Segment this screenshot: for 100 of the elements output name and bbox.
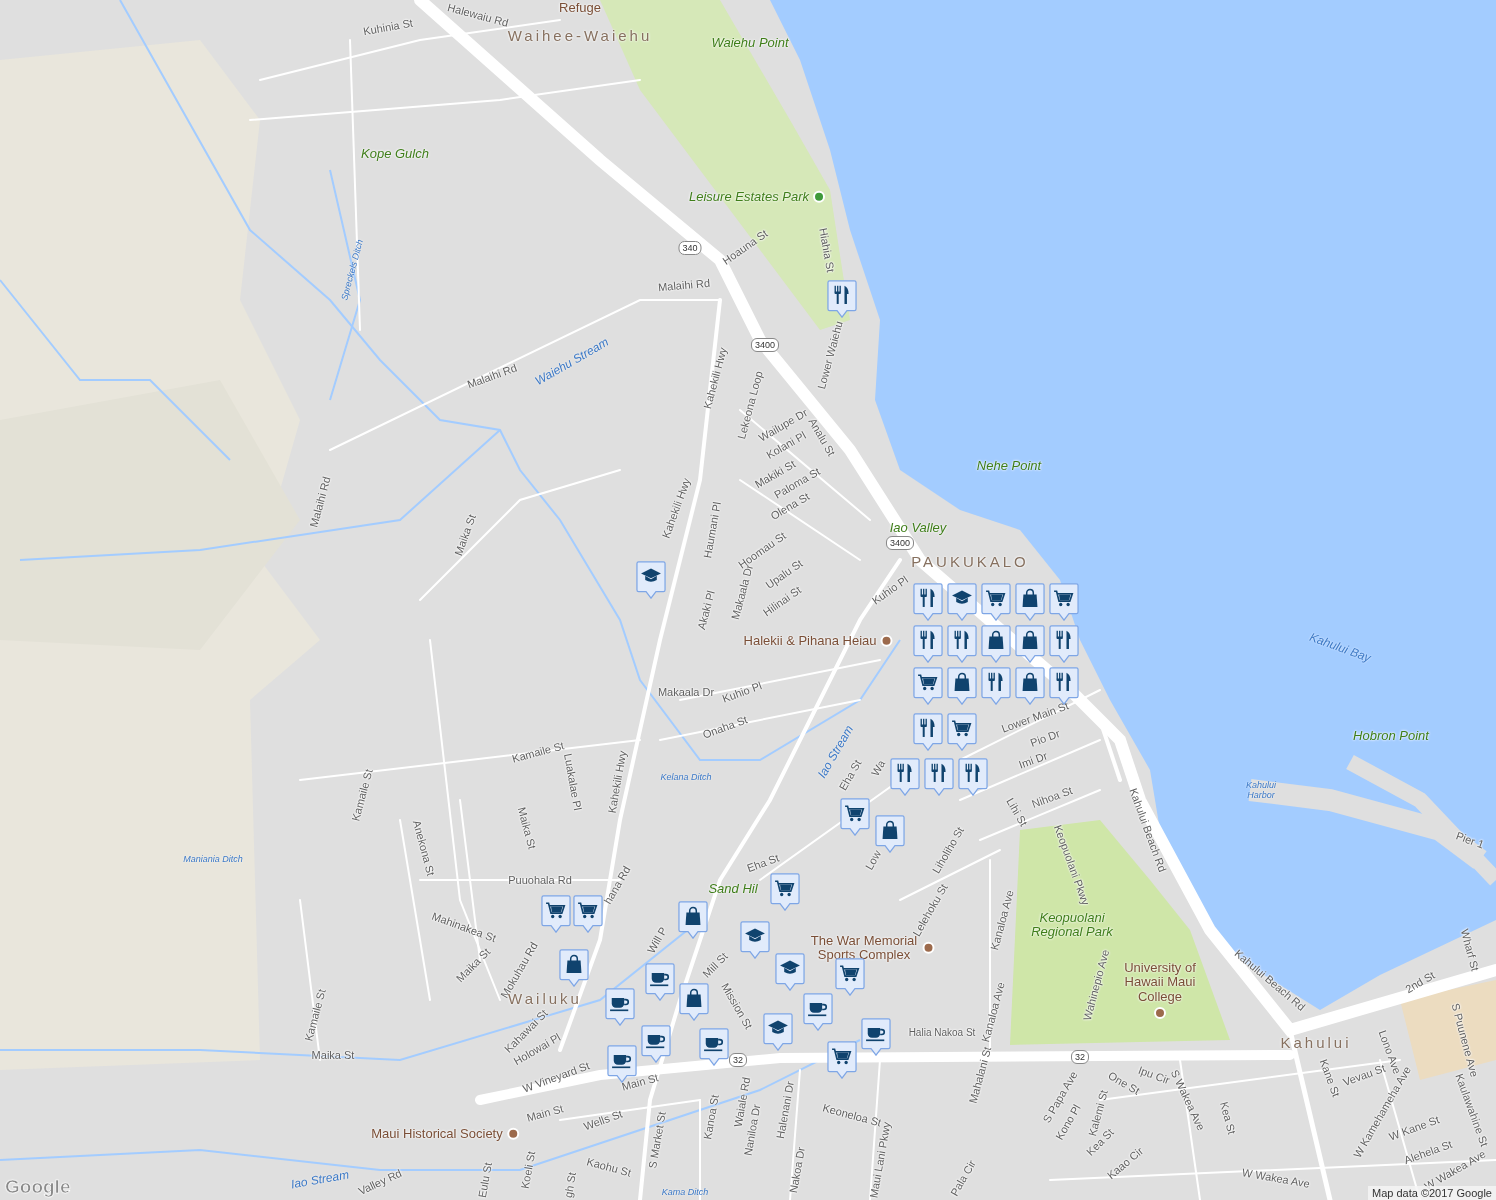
map-pin[interactable]: [958, 758, 988, 796]
street-label: Maika St: [311, 1048, 355, 1062]
street-label: Kanoa St: [701, 1093, 721, 1141]
street-label: Kanaloa Ave: [988, 888, 1016, 952]
town-label: PAUKUKALO: [911, 553, 1029, 571]
map-pin[interactable]: [645, 963, 675, 1001]
shopping-cart-icon: [985, 590, 1006, 607]
street-label: Kahekili Hwy: [701, 346, 729, 410]
map-pin[interactable]: [803, 993, 833, 1031]
fork-knife-icon: [1056, 672, 1071, 691]
town-label: Waihee-Waiehu: [507, 27, 653, 45]
map-pin[interactable]: [981, 583, 1011, 621]
map-attribution: Map data ©2017 Google: [1367, 1186, 1496, 1200]
map-pin[interactable]: [827, 280, 857, 318]
map-pin[interactable]: [679, 983, 709, 1021]
fork-knife-icon: [954, 630, 969, 649]
street-label: Kuhinia St: [362, 16, 414, 38]
shopping-cart-icon: [844, 805, 865, 822]
map-pin[interactable]: [559, 949, 589, 987]
shopping-bag-icon: [566, 954, 582, 973]
map-pin[interactable]: [678, 901, 708, 939]
map-pin[interactable]: [981, 667, 1011, 705]
coffee-cup-icon: [612, 1054, 632, 1069]
street-label: S Market St: [646, 1110, 668, 1170]
map-pin[interactable]: [924, 758, 954, 796]
street-label: Kanaloa Ave: [979, 980, 1007, 1044]
street-label: Mill St: [700, 950, 730, 980]
park-label: Hobron Point: [1353, 728, 1429, 744]
water-label: Iao Stream: [289, 1168, 351, 1192]
map-pin[interactable]: [913, 625, 943, 663]
mortarboard-icon: [768, 1020, 788, 1034]
map-pin[interactable]: [913, 667, 943, 705]
street-label: Koeli St: [518, 1150, 538, 1190]
map-pin[interactable]: [981, 625, 1011, 663]
map-pin[interactable]: [770, 873, 800, 911]
street-label: Imi Dr: [1017, 749, 1049, 771]
map-pin[interactable]: [861, 1018, 891, 1056]
fork-knife-icon: [920, 718, 935, 737]
map-pin[interactable]: [740, 921, 770, 959]
place-label: University of Hawaii Maui College: [1123, 961, 1197, 1004]
fork-knife-icon: [1056, 630, 1071, 649]
shopping-bag-icon: [685, 906, 701, 925]
map-pin[interactable]: [775, 953, 805, 991]
street-label: Kea St: [1217, 1100, 1239, 1136]
street-label: Valley Rd: [356, 1166, 404, 1198]
park-label: Kope Gulch: [361, 146, 429, 162]
street-label: Halewaiu Rd: [446, 1, 510, 29]
street-label: Wells St: [582, 1107, 624, 1133]
map-pin[interactable]: [890, 758, 920, 796]
map-pin[interactable]: [641, 1025, 671, 1063]
map-pin[interactable]: [947, 625, 977, 663]
place-label: Refuge: [559, 0, 601, 16]
street-label: Kane St: [1317, 1057, 1343, 1099]
map-pin[interactable]: [1015, 667, 1045, 705]
water-label: Kama Ditch: [661, 1188, 709, 1198]
map-pin[interactable]: [699, 1028, 729, 1066]
shopping-bag-icon: [1022, 588, 1038, 607]
map-pin[interactable]: [763, 1013, 793, 1051]
street-label: Halenani Dr: [774, 1080, 796, 1140]
map-pin[interactable]: [827, 1041, 857, 1079]
map-pin[interactable]: [541, 895, 571, 933]
street-label: Kuhio Pl: [720, 679, 764, 705]
coffee-cup-icon: [610, 997, 630, 1012]
street-label: Haumani Pl: [701, 500, 723, 560]
map-pin[interactable]: [840, 798, 870, 836]
map-pin[interactable]: [1049, 625, 1079, 663]
map-pin[interactable]: [947, 667, 977, 705]
town-label: Kahului: [1280, 1034, 1352, 1052]
park-label: Sand Hil: [708, 881, 758, 897]
map-pin[interactable]: [1015, 583, 1045, 621]
shopping-bag-icon: [1022, 672, 1038, 691]
map-pin[interactable]: [913, 583, 943, 621]
map-pin[interactable]: [1049, 667, 1079, 705]
street-label: Makaala Dr: [657, 685, 715, 699]
coffee-cup-icon: [866, 1027, 886, 1042]
street-label: Nihoa St: [1030, 784, 1074, 810]
map-pin[interactable]: [605, 988, 635, 1026]
shopping-cart-icon: [1053, 590, 1074, 607]
street-label: Alehela St: [1402, 1137, 1454, 1167]
map-pin[interactable]: [1049, 583, 1079, 621]
street-label: Onaha St: [701, 713, 749, 741]
map-pin[interactable]: [947, 583, 977, 621]
street-label: gh St: [561, 1171, 579, 1199]
map-pin[interactable]: [636, 561, 666, 599]
map-pin[interactable]: [913, 713, 943, 751]
map-pin[interactable]: [947, 713, 977, 751]
map-pin[interactable]: [1015, 625, 1045, 663]
street-label: Vevau St: [1341, 1061, 1387, 1089]
park-label: Keopuolani Regional Park: [1030, 910, 1114, 940]
map-pin[interactable]: [573, 895, 603, 933]
water-label: Kelana Ditch: [660, 773, 712, 783]
street-label: Kahekili Hwy: [605, 749, 629, 815]
fork-knife-icon: [897, 763, 912, 782]
shopping-cart-icon: [774, 880, 795, 897]
place-label: Halekii & Pihana Heiau: [743, 633, 877, 649]
shopping-bag-icon: [686, 988, 702, 1007]
street-label: Eha St: [836, 757, 864, 793]
coffee-cup-icon: [704, 1037, 724, 1052]
fork-knife-icon: [920, 588, 935, 607]
street-label: Malaihi Rd: [657, 276, 711, 294]
